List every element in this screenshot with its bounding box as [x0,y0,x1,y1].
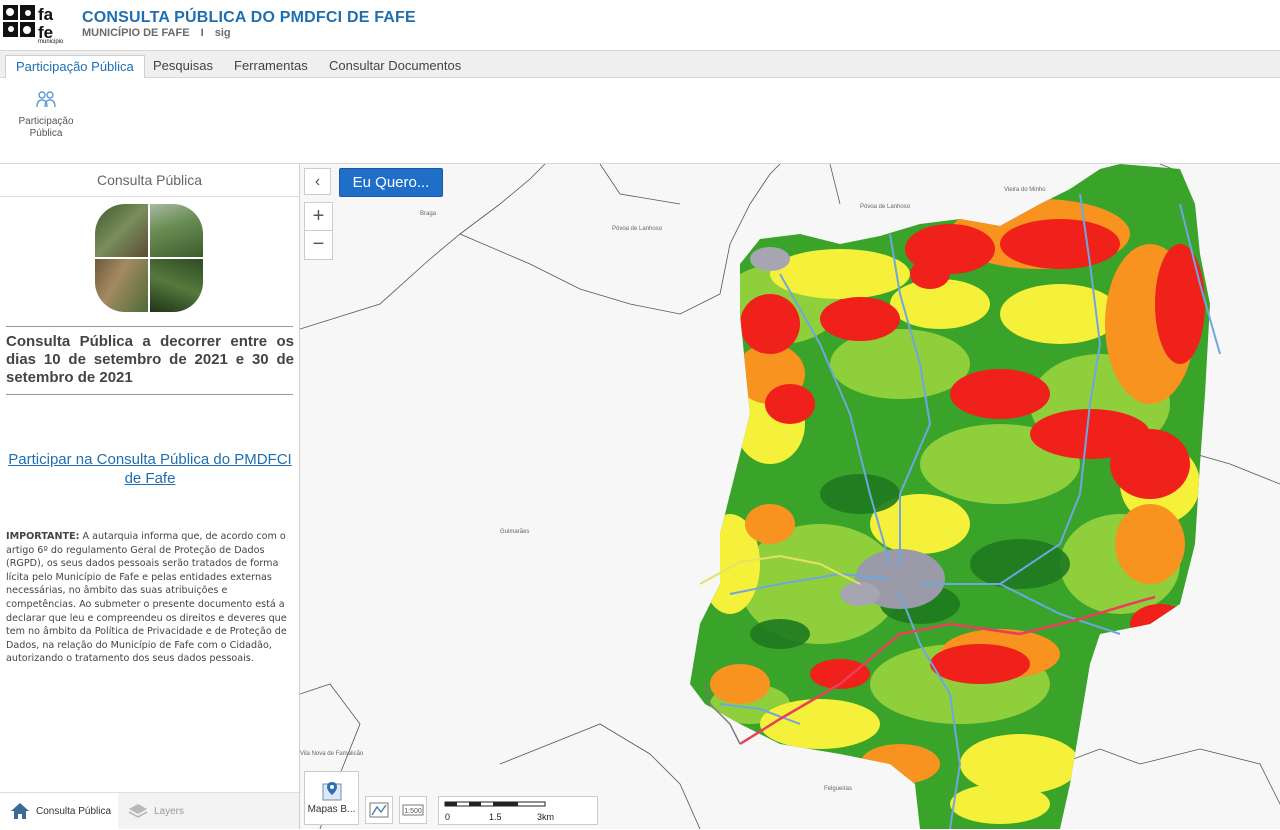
scale-tick-2: 3km [537,812,555,822]
scale-bar-graphic [444,801,546,807]
panel-title: Consulta Pública [0,164,299,197]
place-label-braga: Braga [420,211,437,217]
scale-tool-button[interactable]: 1:500 [399,796,427,824]
measure-icon [369,802,389,818]
place-label-guimaraes: Guimarães [500,529,530,535]
photo-4 [150,259,203,312]
participate-link[interactable]: Participar na Consulta Pública do PMDFCI… [6,450,294,488]
subtitle-separator: I [200,27,204,39]
scale-bar: 0 1.5 3km [438,796,598,825]
place-label-povoa-lanhoso: Póvoa de Lanhoso [612,226,663,232]
important-label: IMPORTANTE: [6,531,80,542]
footer-tab-consulta-publica[interactable]: Consulta Pública [0,793,118,830]
tab-consultar-documentos[interactable]: Consultar Documentos [319,55,471,79]
photo-3 [95,259,148,312]
scale-icon: 1:500 [402,804,424,816]
footer-tab-label: Consulta Pública [36,806,112,817]
panel-footer-tabs: Consulta Pública Layers [0,792,299,830]
org-name: MUNICÍPIO DE FAFE [82,27,190,39]
ribbon-tabs: Participação Pública Pesquisas Ferrament… [0,50,1280,79]
logo-caption: municipio [38,39,64,45]
map-canvas[interactable] [300,164,1280,829]
ribbon-body: Participação Pública [0,78,1280,164]
divider [6,394,293,395]
zoom-out-button[interactable]: − [305,231,332,259]
layers-icon [128,804,148,818]
tab-pesquisas[interactable]: Pesquisas [143,55,223,79]
photo-1 [95,204,148,257]
eu-quero-button[interactable]: Eu Quero... [339,168,443,197]
map-pin-icon [322,782,341,801]
measure-tool-button[interactable] [365,796,393,824]
basemap-button[interactable]: Mapas B... [304,771,359,825]
zoom-in-button[interactable]: + [305,203,332,231]
app-name[interactable]: sig [215,27,231,39]
scale-tick-1: 1.5 [489,812,502,822]
divider [6,326,293,327]
basemap-label: Mapas B... [307,804,356,815]
side-panel: Consulta Pública Consulta Pública a deco… [0,164,300,830]
tab-participacao-publica[interactable]: Participação Pública [5,55,145,79]
participacao-publica-button[interactable]: Participação Pública [12,88,80,140]
important-text: A autarquia informa que, de acordo com o… [6,531,287,665]
tab-ferramentas[interactable]: Ferramentas [224,55,318,79]
ribbon-button-label-1: Participação [18,116,74,127]
people-icon [36,91,56,108]
footer-tab-layers[interactable]: Layers [118,793,228,830]
scale-tick-0: 0 [445,812,451,822]
zoom-control: + − [304,202,333,260]
svg-text:fa: fa [38,5,54,24]
app-subtitle: MUNICÍPIO DE FAFE I sig [82,27,239,39]
place-label-famalicao: Vila Nova de Famalicão [300,751,364,757]
photo-collage [95,204,205,314]
ribbon-button-label-2: Pública [29,128,63,139]
home-icon [11,803,29,819]
app-header: fa fe municipio CONSULTA PÚBLICA DO PMDF… [0,0,1280,50]
consultation-headline: Consulta Pública a decorrer entre os dia… [6,333,294,386]
footer-tab-label: Layers [154,806,185,817]
svg-text:1:500: 1:500 [404,808,422,815]
app-title: CONSULTA PÚBLICA DO PMDFCI DE FAFE [82,9,416,26]
place-label-felgueiras: Felgueiras [824,786,853,792]
privacy-notice: IMPORTANTE: A autarquia informa que, de … [6,530,290,666]
place-label-povoa-lanhoso-2: Póvoa de Lanhoso [860,204,911,210]
collapse-panel-button[interactable]: ‹ [304,168,331,195]
photo-2 [150,204,203,257]
place-label-vieira-minho: Vieira do Minho [1004,187,1046,193]
map-view[interactable]: Braga Póvoa de Lanhoso Póvoa de Lanhoso … [300,164,1280,829]
